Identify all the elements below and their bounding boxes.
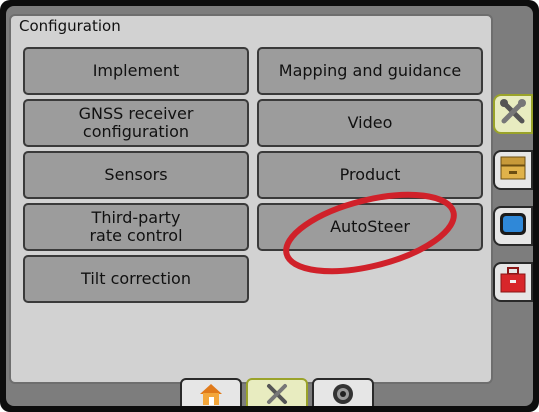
tools-icon — [264, 382, 290, 406]
drawer-icon — [498, 153, 528, 187]
gnss-receiver-configuration-button[interactable]: GNSS receiver configuration — [23, 99, 249, 147]
video-button[interactable]: Video — [257, 99, 483, 147]
tools-icon — [498, 97, 528, 131]
third-party-rate-control-button[interactable]: Third-party rate control — [23, 203, 249, 251]
tab-configuration[interactable] — [246, 378, 308, 406]
autosteer-button[interactable]: AutoSteer — [257, 203, 483, 251]
panel-title: Configuration — [19, 17, 121, 35]
side-tab-console[interactable] — [493, 206, 533, 246]
screen: Configuration Implement Mapping and guid… — [6, 6, 533, 406]
camera-icon — [330, 382, 356, 406]
tab-video[interactable] — [312, 378, 374, 406]
tilt-correction-button[interactable]: Tilt correction — [23, 255, 249, 303]
side-tab-configuration[interactable] — [493, 94, 533, 134]
toolbox-icon — [498, 265, 528, 299]
configuration-panel: Configuration Implement Mapping and guid… — [9, 14, 493, 384]
implement-button[interactable]: Implement — [23, 47, 249, 95]
device-frame: Configuration Implement Mapping and guid… — [0, 0, 539, 412]
sensors-button[interactable]: Sensors — [23, 151, 249, 199]
tab-home[interactable] — [180, 378, 242, 406]
side-tab-data-management[interactable] — [493, 150, 533, 190]
mapping-guidance-button[interactable]: Mapping and guidance — [257, 47, 483, 95]
product-button[interactable]: Product — [257, 151, 483, 199]
home-icon — [198, 382, 224, 406]
display-icon — [498, 209, 528, 243]
side-tab-tools[interactable] — [493, 262, 533, 302]
